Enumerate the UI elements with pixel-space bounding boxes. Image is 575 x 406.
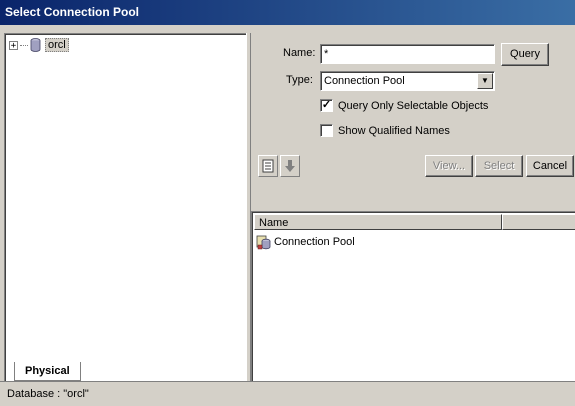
show-qualified-label[interactable]: Show Qualified Names xyxy=(338,125,450,137)
expand-icon[interactable]: + xyxy=(9,40,18,50)
list-icon xyxy=(262,159,274,173)
view-button[interactable]: View... xyxy=(425,155,473,177)
query-only-label[interactable]: Query Only Selectable Objects xyxy=(338,100,488,112)
list-item[interactable]: Connection Pool xyxy=(256,234,355,250)
window-title: Select Connection Pool xyxy=(0,0,575,25)
list-view-button[interactable] xyxy=(258,155,278,177)
column-header-blank[interactable] xyxy=(502,214,575,230)
tree-item-label[interactable]: orcl xyxy=(45,38,69,52)
query-panel: Name: * Query Type: Connection Pool ▼ ✓ … xyxy=(251,33,575,383)
database-icon xyxy=(30,38,41,52)
arrow-down-icon xyxy=(285,160,295,172)
select-button[interactable]: Select xyxy=(475,155,523,177)
show-qualified-checkbox[interactable] xyxy=(320,124,333,137)
results-list[interactable]: Name Connection Pool xyxy=(251,211,575,383)
type-select-value: Connection Pool xyxy=(324,75,405,87)
type-label: Type: xyxy=(286,74,313,86)
column-header-name[interactable]: Name xyxy=(254,214,502,230)
tab-physical[interactable]: Physical xyxy=(14,362,81,381)
cancel-button[interactable]: Cancel xyxy=(526,155,574,177)
connection-pool-icon xyxy=(256,235,271,250)
tree-panel[interactable]: + orcl xyxy=(4,33,247,383)
name-input[interactable]: * xyxy=(320,44,495,64)
tree-connector xyxy=(20,44,28,46)
tree-item-orcl[interactable]: + orcl xyxy=(9,37,69,53)
name-label: Name: xyxy=(283,47,316,59)
list-header: Name xyxy=(254,214,575,230)
query-only-checkbox[interactable]: ✓ xyxy=(320,99,333,112)
dialog-body: + orcl Physical Name: * Query Type: Conn… xyxy=(0,25,575,406)
type-select[interactable]: Connection Pool ▼ xyxy=(320,71,495,91)
list-item-label: Connection Pool xyxy=(274,236,355,248)
status-text: Database : "orcl" xyxy=(7,388,89,400)
move-down-button[interactable] xyxy=(280,155,300,177)
query-button[interactable]: Query xyxy=(501,43,549,66)
chevron-down-icon[interactable]: ▼ xyxy=(477,73,493,89)
status-bar: Database : "orcl" xyxy=(0,381,575,406)
tab-bar: Physical xyxy=(4,362,245,382)
